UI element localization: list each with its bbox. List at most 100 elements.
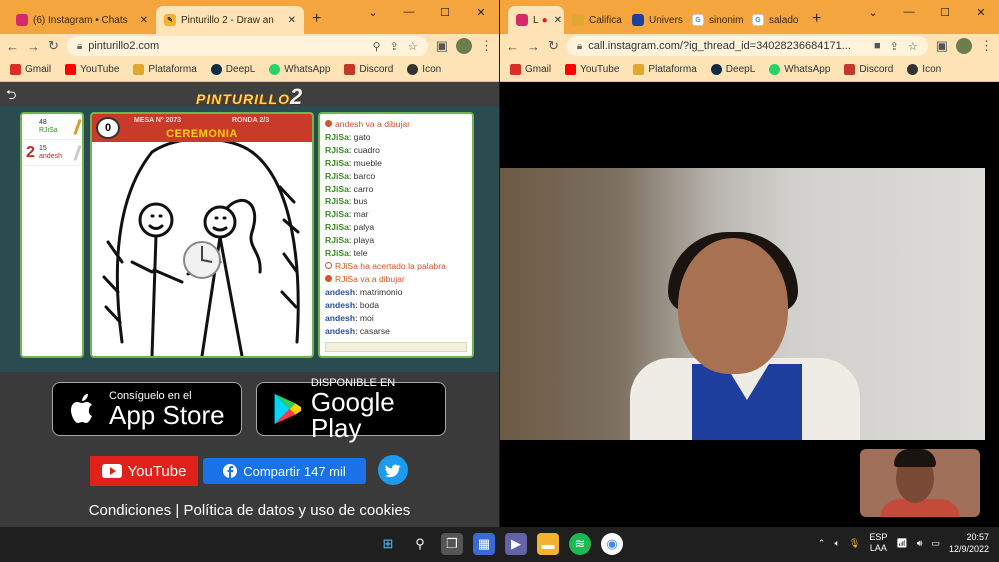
tab-califica[interactable]: Califica xyxy=(564,6,624,34)
right-browser-window: L ● ✕ Califica Univers G sinonim G salad… xyxy=(500,0,999,527)
zoom-icon[interactable]: ⚲ xyxy=(373,40,381,53)
chat-input[interactable] xyxy=(325,342,467,352)
tab-instagram[interactable]: (6) Instagram • Chats ✕ xyxy=(8,6,156,34)
chrome-icon[interactable]: ◉ xyxy=(601,533,623,555)
discord-icon xyxy=(844,64,856,75)
self-view-video[interactable] xyxy=(860,449,980,517)
star-icon[interactable]: ☆ xyxy=(408,40,418,53)
camera-icon[interactable]: ■ xyxy=(874,40,881,53)
chat-message: andesh: matrimonio xyxy=(325,286,403,297)
sidepanel-icon[interactable]: ▣ xyxy=(436,38,448,54)
bookmark-whatsapp[interactable]: WhatsApp xyxy=(269,64,330,75)
bookmark-discord[interactable]: Discord xyxy=(844,64,893,75)
bookmark-deepl[interactable]: DeepL xyxy=(210,64,255,75)
chevron-up-icon[interactable]: ⌃ xyxy=(818,538,826,549)
board-header: 0 MESA Nº 2073 RONDA 2/3 CEREMONIA xyxy=(92,114,312,142)
close-window-button[interactable]: ✕ xyxy=(963,6,999,19)
task-view-icon[interactable]: ❐ xyxy=(441,533,463,555)
tab-strip: (6) Instagram • Chats ✕ ✎ Pinturillo 2 -… xyxy=(0,0,499,34)
youtube-button[interactable]: YouTube xyxy=(90,456,198,486)
chat-message: RJiSa va a dibujar xyxy=(325,273,467,286)
microphone-icon[interactable]: 🎙︎ xyxy=(849,538,860,549)
players-panel: 48 RJiSa 2 15 andesh xyxy=(20,112,84,358)
bookmark-youtube[interactable]: YouTube xyxy=(565,64,619,75)
pencil-icon xyxy=(73,118,82,135)
close-icon[interactable]: ✕ xyxy=(548,15,562,26)
footer-links[interactable]: Condiciones | Política de datos y uso de… xyxy=(0,502,499,519)
address-bar[interactable]: 🔒︎ pinturillo2.com ⚲ ⇪ ☆ xyxy=(66,36,428,56)
wifi-icon[interactable]: 📶︎ xyxy=(896,538,907,549)
chat-message: RJiSa: cuadro xyxy=(325,144,380,155)
profile-avatar[interactable] xyxy=(956,38,972,54)
google-play-button[interactable]: DISPONIBLE EN Google Play xyxy=(256,377,446,441)
teams-chat-icon[interactable]: ▶ xyxy=(505,533,527,555)
system-icon xyxy=(325,274,332,282)
pinturillo-page: ⮌ PINTURILLO2 48 RJiSa 2 15 andesh 0 MES… xyxy=(0,82,499,527)
facebook-share-button[interactable]: Compartir 147 mil xyxy=(203,458,366,484)
bookmark-deepl[interactable]: DeepL xyxy=(710,64,755,75)
maximize-button[interactable]: ☐ xyxy=(427,6,463,19)
maximize-button[interactable]: ☐ xyxy=(927,6,963,19)
chat-message: RJiSa: playa xyxy=(325,235,375,246)
pinturillo-logo: PINTURILLO2 xyxy=(196,84,304,109)
forward-icon[interactable]: → xyxy=(27,39,40,54)
bookmark-plataforma[interactable]: Plataforma xyxy=(633,64,697,75)
bookmark-gmail[interactable]: Gmail xyxy=(10,64,51,75)
close-icon[interactable]: ✕ xyxy=(134,15,148,26)
profile-avatar[interactable] xyxy=(456,38,472,54)
round-indicator: RONDA 2/3 xyxy=(232,117,270,124)
star-icon[interactable]: ☆ xyxy=(908,40,918,53)
speaker-icon[interactable]: 🔈︎ xyxy=(834,538,839,549)
gmail-icon xyxy=(510,64,521,75)
volume-icon[interactable]: 🔊︎ xyxy=(917,538,923,549)
new-tab-button[interactable]: + xyxy=(304,10,329,34)
back-icon[interactable]: ← xyxy=(506,39,519,54)
close-window-button[interactable]: ✕ xyxy=(463,6,499,19)
battery-icon[interactable]: ▭ xyxy=(931,538,940,549)
clock[interactable]: 20:57 12/9/2022 xyxy=(949,531,989,555)
drawing-canvas[interactable] xyxy=(92,142,312,356)
tab-instagram-call[interactable]: L ● ✕ xyxy=(508,6,564,34)
menu-icon[interactable]: ⋮ xyxy=(480,38,493,54)
address-bar[interactable]: 🔒︎ call.instagram.com/?ig_thread_id=3402… xyxy=(566,36,928,56)
drawing-board[interactable]: 0 MESA Nº 2073 RONDA 2/3 CEREMONIA xyxy=(90,112,314,358)
system-tray: ⌃ 🔈︎ 🎙︎ ESP LAA 📶︎ 🔊︎ ▭ 20:57 12/9/2022 xyxy=(818,531,989,555)
bookmark-discord[interactable]: Discord xyxy=(344,64,393,75)
sidepanel-icon[interactable]: ▣ xyxy=(936,38,948,54)
window-controls: ⌄ — ☐ ✕ xyxy=(855,0,999,24)
bookmark-plataforma[interactable]: Plataforma xyxy=(133,64,197,75)
bookmark-gmail[interactable]: Gmail xyxy=(510,64,551,75)
new-tab-button[interactable]: + xyxy=(804,10,829,34)
menu-icon[interactable]: ⋮ xyxy=(980,38,993,54)
bookmark-youtube[interactable]: YouTube xyxy=(65,64,119,75)
app-store-button[interactable]: Consíguelo en el App Store xyxy=(52,382,242,436)
close-icon[interactable]: ✕ xyxy=(282,15,296,26)
bookmark-icon[interactable]: Icon xyxy=(907,64,941,75)
chevron-down-icon[interactable]: ⌄ xyxy=(355,6,391,19)
widgets-icon[interactable]: ▦ xyxy=(473,533,495,555)
forward-icon[interactable]: → xyxy=(527,39,540,54)
share-icon[interactable]: ⇪ xyxy=(890,40,899,53)
reload-icon[interactable]: ↻ xyxy=(548,38,559,54)
twitter-button[interactable] xyxy=(378,455,408,485)
tab-title: sinonim xyxy=(709,14,744,26)
back-arrow-icon[interactable]: ⮌ xyxy=(6,86,24,102)
tab-sinonimo[interactable]: G sinonim xyxy=(684,6,744,34)
tab-salado[interactable]: G salado xyxy=(744,6,804,34)
windows-start-icon[interactable]: ⊞ xyxy=(377,533,399,555)
tab-universidad[interactable]: Univers xyxy=(624,6,684,34)
reload-icon[interactable]: ↻ xyxy=(48,38,59,54)
share-icon[interactable]: ⇪ xyxy=(390,40,399,53)
bookmark-whatsapp[interactable]: WhatsApp xyxy=(769,64,830,75)
spotify-icon[interactable]: ≋ xyxy=(569,533,591,555)
language-indicator[interactable]: ESP LAA xyxy=(869,532,887,554)
file-explorer-icon[interactable]: ▬ xyxy=(537,533,559,555)
search-icon[interactable]: ⚲ xyxy=(409,533,431,555)
minimize-button[interactable]: — xyxy=(391,6,427,18)
minimize-button[interactable]: — xyxy=(891,6,927,18)
tab-title: (6) Instagram • Chats xyxy=(33,14,128,26)
tab-pinturillo[interactable]: ✎ Pinturillo 2 - Draw an ✕ xyxy=(156,6,304,34)
back-icon[interactable]: ← xyxy=(6,39,19,54)
chevron-down-icon[interactable]: ⌄ xyxy=(855,6,891,19)
bookmark-icon[interactable]: Icon xyxy=(407,64,441,75)
